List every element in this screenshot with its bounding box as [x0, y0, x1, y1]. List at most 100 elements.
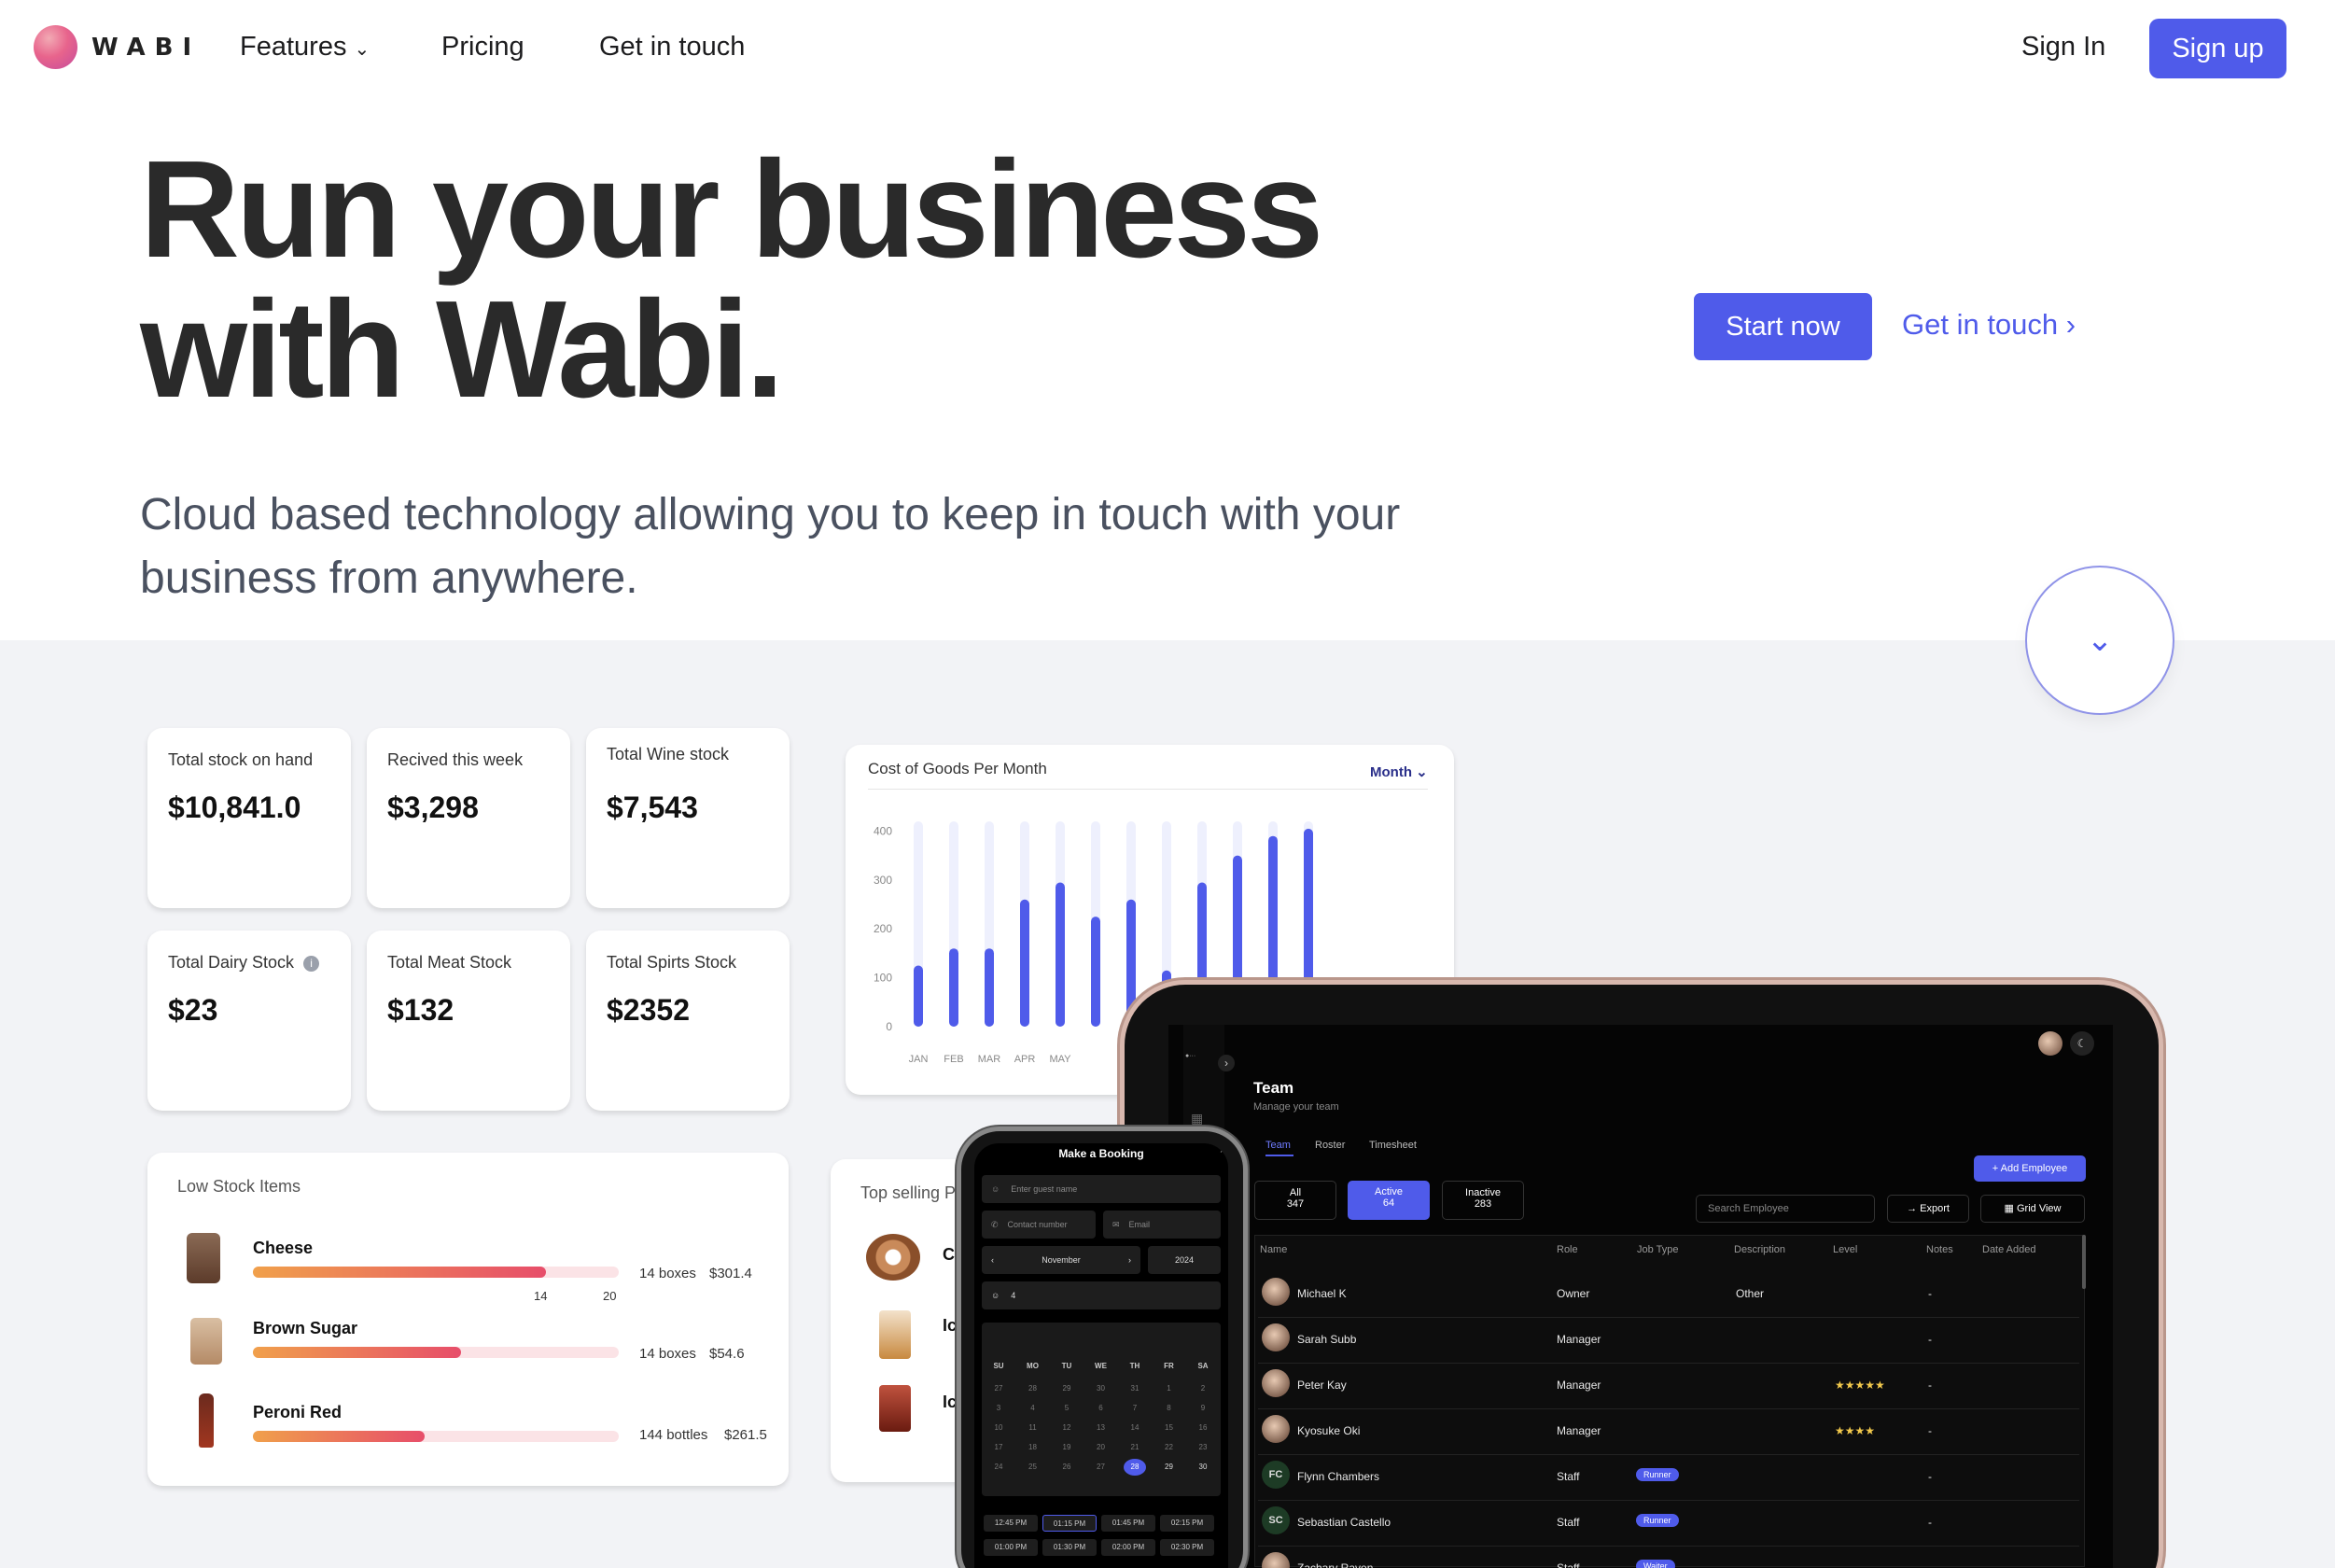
grid-view-button[interactable]: ▦ Grid View — [1980, 1195, 2085, 1223]
calendar-day[interactable]: 18 — [1022, 1439, 1044, 1456]
calendar-day[interactable]: 27 — [1090, 1459, 1112, 1476]
sign-in-link[interactable]: Sign In — [2021, 32, 2105, 63]
calendar-day[interactable]: 12 — [1056, 1420, 1078, 1436]
col-level[interactable]: Level — [1833, 1244, 1857, 1255]
bar-may[interactable] — [1056, 882, 1065, 1027]
calendar-day[interactable]: 9 — [1192, 1400, 1214, 1417]
bar-feb[interactable] — [949, 948, 958, 1027]
scroll-down-button[interactable]: ⌄ — [2025, 566, 2174, 715]
expand-sidebar-icon[interactable]: › — [1218, 1055, 1235, 1071]
calendar-day[interactable]: 19 — [1056, 1439, 1078, 1456]
calendar-day[interactable]: 27 — [987, 1380, 1010, 1397]
export-button[interactable]: → Export — [1887, 1195, 1969, 1223]
calendar-day[interactable]: 11 — [1022, 1420, 1044, 1436]
col-date-added[interactable]: Date Added — [1982, 1244, 2036, 1255]
calendar-day[interactable]: 10 — [987, 1420, 1010, 1436]
nav-get-in-touch[interactable]: Get in touch — [599, 32, 745, 63]
filter-active[interactable]: Active 64 — [1348, 1181, 1430, 1220]
info-icon[interactable]: i — [303, 955, 320, 972]
nav-features[interactable]: Features ⌄ — [240, 32, 370, 63]
table-row[interactable]: SC Sebastian Castello Staff - Runner — [1258, 1502, 2079, 1547]
time-slot[interactable]: 01:30 PM — [1042, 1539, 1097, 1556]
sign-up-button[interactable]: Sign up — [2149, 19, 2286, 78]
table-row[interactable]: Zachary Raven Staff - Waiter — [1258, 1547, 2079, 1568]
tab-timesheet[interactable]: Timesheet — [1369, 1140, 1417, 1151]
month-selector[interactable]: ‹ November › — [982, 1246, 1140, 1274]
col-name[interactable]: Name — [1260, 1244, 1287, 1255]
calendar-day[interactable]: 23 — [1192, 1439, 1214, 1456]
weekday-label: FR — [1164, 1362, 1174, 1370]
time-slot[interactable]: 12:45 PM — [984, 1515, 1038, 1532]
calendar-day[interactable]: 30 — [1090, 1380, 1112, 1397]
nav-pricing[interactable]: Pricing — [441, 32, 524, 63]
time-slot[interactable]: 02:00 PM — [1101, 1539, 1155, 1556]
table-row[interactable]: FC Flynn Chambers Staff - Runner — [1258, 1456, 2079, 1501]
time-slot[interactable]: 01:15 PM — [1042, 1515, 1097, 1532]
calendar-day[interactable]: 29 — [1056, 1380, 1078, 1397]
avatar[interactable] — [2038, 1031, 2062, 1056]
col-job-type[interactable]: Job Type — [1637, 1244, 1678, 1255]
get-in-touch-link[interactable]: Get in touch › — [1902, 308, 2076, 342]
filter-inactive[interactable]: Inactive 283 — [1442, 1181, 1524, 1220]
calendar-day[interactable]: 5 — [1056, 1400, 1078, 1417]
contact-input[interactable]: ✆ Contact number — [982, 1211, 1096, 1239]
calendar-day[interactable]: 6 — [1090, 1400, 1112, 1417]
period-dropdown[interactable]: Month ⌄ — [1370, 763, 1428, 780]
chevron-left-icon[interactable]: ‹ — [991, 1255, 994, 1265]
calendar-day[interactable]: 1 — [1158, 1380, 1181, 1397]
moon-icon[interactable]: ☾ — [2070, 1031, 2094, 1056]
calendar-day[interactable]: 31 — [1124, 1380, 1146, 1397]
email-input[interactable]: ✉ Email — [1103, 1211, 1221, 1239]
calendar-day[interactable]: 21 — [1124, 1439, 1146, 1456]
calendar-day[interactable]: 15 — [1158, 1420, 1181, 1436]
chevron-right-icon[interactable]: › — [1128, 1255, 1131, 1265]
calendar-day[interactable]: 28 — [1124, 1459, 1146, 1476]
tab-roster[interactable]: Roster — [1315, 1140, 1345, 1151]
logo-icon[interactable] — [34, 25, 77, 69]
time-slot[interactable]: 01:00 PM — [984, 1539, 1038, 1556]
close-icon[interactable]: × — [1220, 1145, 1225, 1156]
guest-name-input[interactable]: ☺ Enter guest name — [982, 1175, 1221, 1203]
table-row[interactable]: Peter Kay Manager ★★★★★ - — [1258, 1365, 2079, 1409]
calendar-day[interactable]: 25 — [1022, 1459, 1044, 1476]
bar-jan[interactable] — [914, 965, 923, 1027]
filter-all[interactable]: All 347 — [1254, 1181, 1336, 1220]
calendar-day[interactable]: 29 — [1158, 1459, 1181, 1476]
calendar-day[interactable]: 4 — [1022, 1400, 1044, 1417]
calendar-day[interactable]: 16 — [1192, 1420, 1214, 1436]
bar-apr[interactable] — [1020, 899, 1029, 1027]
start-now-button[interactable]: Start now — [1694, 293, 1872, 360]
calendar-day[interactable]: 22 — [1158, 1439, 1181, 1456]
year-selector[interactable]: 2024 — [1148, 1246, 1221, 1274]
brand-name[interactable]: WABI — [91, 34, 201, 62]
search-employee-input[interactable]: Search Employee — [1696, 1195, 1875, 1223]
table-row[interactable]: Sarah Subb Manager - — [1258, 1319, 2079, 1364]
add-employee-button[interactable]: + Add Employee — [1974, 1155, 2086, 1182]
calendar-day[interactable]: 3 — [987, 1400, 1010, 1417]
calendar-day[interactable]: 26 — [1056, 1459, 1078, 1476]
table-row[interactable]: Kyosuke Oki Manager ★★★★ - — [1258, 1410, 2079, 1455]
col-role[interactable]: Role — [1557, 1244, 1578, 1255]
calendar-day[interactable]: 2 — [1192, 1380, 1214, 1397]
tab-team[interactable]: Team — [1265, 1140, 1291, 1151]
col-notes[interactable]: Notes — [1926, 1244, 1953, 1255]
calendar-day[interactable]: 24 — [987, 1459, 1010, 1476]
grid-nav-icon[interactable]: ▦ — [1191, 1111, 1203, 1127]
guest-count-input[interactable]: ☺ 4 — [982, 1281, 1221, 1309]
calendar-day[interactable]: 13 — [1090, 1420, 1112, 1436]
calendar-day[interactable]: 7 — [1124, 1400, 1146, 1417]
table-scrollbar[interactable] — [2082, 1235, 2086, 1289]
time-slot[interactable]: 02:15 PM — [1160, 1515, 1214, 1532]
calendar-day[interactable]: 14 — [1124, 1420, 1146, 1436]
table-row[interactable]: Michael K Owner Other - — [1258, 1273, 2079, 1318]
calendar-day[interactable]: 30 — [1192, 1459, 1214, 1476]
col-description[interactable]: Description — [1734, 1244, 1785, 1255]
time-slot[interactable]: 02:30 PM — [1160, 1539, 1214, 1556]
calendar-day[interactable]: 20 — [1090, 1439, 1112, 1456]
calendar-day[interactable]: 8 — [1158, 1400, 1181, 1417]
bar-mar[interactable] — [985, 948, 994, 1027]
bar-jun[interactable] — [1091, 917, 1100, 1027]
calendar-day[interactable]: 28 — [1022, 1380, 1044, 1397]
calendar-day[interactable]: 17 — [987, 1439, 1010, 1456]
time-slot[interactable]: 01:45 PM — [1101, 1515, 1155, 1532]
